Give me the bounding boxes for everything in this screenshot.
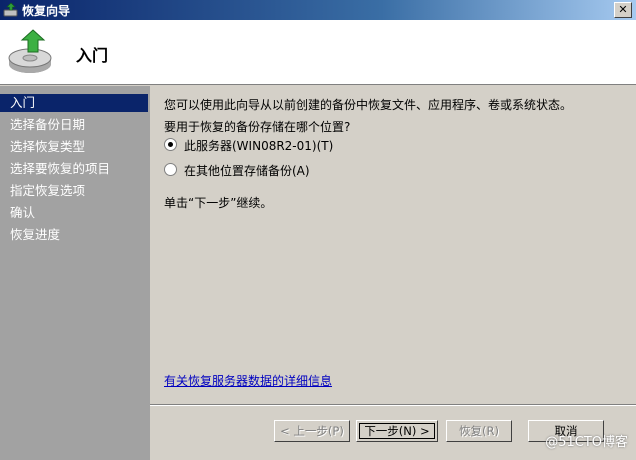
backup-app-icon xyxy=(3,2,18,17)
close-button[interactable]: ✕ xyxy=(614,2,632,18)
title-bar: 恢复向导 ✕ xyxy=(0,0,636,20)
wizard-steps-sidebar: 入门 选择备份日期 选择恢复类型 选择要恢复的项目 指定恢复选项 确认 恢复进度 xyxy=(0,86,150,460)
restore-drive-icon xyxy=(8,29,52,73)
close-icon: ✕ xyxy=(618,3,628,16)
step-select-backup-date[interactable]: 选择备份日期 xyxy=(0,116,148,134)
other-location-radio[interactable] xyxy=(164,163,177,176)
step-select-recovery-type[interactable]: 选择恢复类型 xyxy=(0,138,148,156)
question-text: 要用于恢复的备份存储在哪个位置? xyxy=(164,120,351,134)
other-location-label[interactable]: 在其他位置存储备份(A) xyxy=(184,162,310,179)
step-confirm[interactable]: 确认 xyxy=(0,204,148,222)
window-title: 恢复向导 xyxy=(22,4,71,18)
step-select-items[interactable]: 选择要恢复的项目 xyxy=(0,160,148,178)
step-recovery-progress[interactable]: 恢复进度 xyxy=(0,226,148,244)
step-getting-started[interactable]: 入门 xyxy=(0,94,148,112)
this-server-label[interactable]: 此服务器(WIN08R2-01)(T) xyxy=(184,137,333,154)
page-title: 入门 xyxy=(76,46,109,65)
previous-button[interactable]: < 上一步(P) xyxy=(274,420,350,442)
recovery-wizard-window: 恢复向导 ✕ 入门 入门 选择备份日期 选择恢复类型 选择要恢复的项目 指定恢复… xyxy=(0,0,636,460)
step-recovery-options[interactable]: 指定恢复选项 xyxy=(0,182,148,200)
button-separator xyxy=(150,404,636,406)
this-server-radio[interactable] xyxy=(164,138,177,151)
instruction-text: 单击“下一步”继续。 xyxy=(164,196,273,210)
wizard-content: 您可以使用此向导从以前创建的备份中恢复文件、应用程序、卷或系统状态。 要用于恢复… xyxy=(150,86,636,460)
more-info-link[interactable]: 有关恢复服务器数据的详细信息 xyxy=(164,372,332,389)
watermark: @51CTO博客 xyxy=(545,435,628,450)
intro-text: 您可以使用此向导从以前创建的备份中恢复文件、应用程序、卷或系统状态。 xyxy=(164,98,573,112)
wizard-header: 入门 xyxy=(0,20,636,85)
next-button[interactable]: 下一步(N) > xyxy=(356,420,438,442)
recover-button[interactable]: 恢复(R) xyxy=(446,420,512,442)
